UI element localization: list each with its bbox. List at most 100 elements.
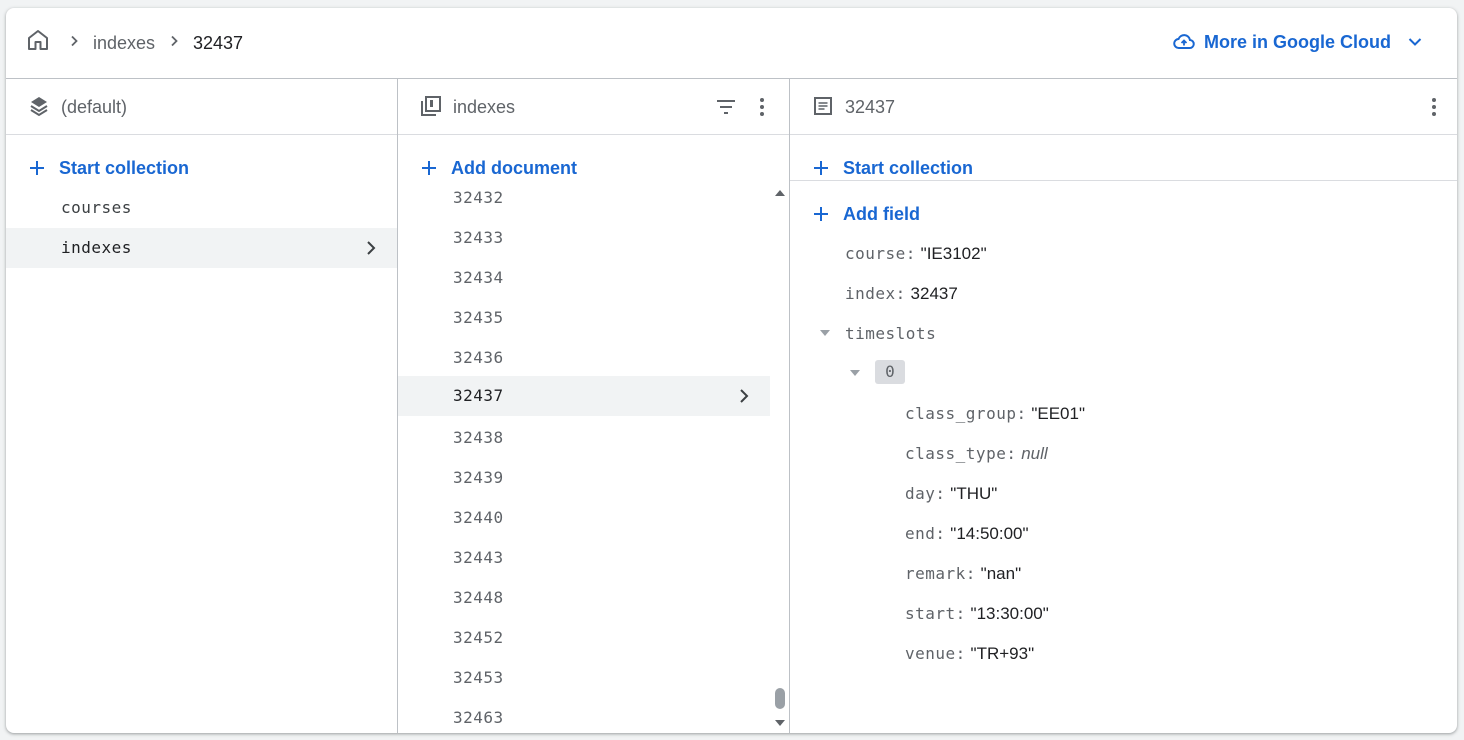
field-value: "13:30:00" xyxy=(970,604,1049,623)
more-in-google-cloud-label: More in Google Cloud xyxy=(1204,32,1391,52)
cloud-icon xyxy=(1173,34,1195,49)
collection-panel-title: indexes xyxy=(453,97,516,117)
collection-icon xyxy=(421,96,441,116)
field-key: start xyxy=(905,604,956,623)
field-key: timeslots xyxy=(845,324,937,343)
more-in-google-cloud-button[interactable]: More in Google Cloud xyxy=(1172,30,1423,54)
start-collection-label: Start collection xyxy=(843,158,974,178)
field-separator: : xyxy=(955,604,966,623)
firestore-data-viewer: indexes 32437 More in Google Cloud (defa… xyxy=(6,8,1457,733)
chevron-right-icon xyxy=(740,389,749,403)
document-id: 32434 xyxy=(453,268,504,287)
field-value: "EE01" xyxy=(1031,404,1085,423)
document-id: 32436 xyxy=(453,348,504,367)
document-id: 32448 xyxy=(453,588,504,607)
scroll-down-arrow-icon[interactable] xyxy=(773,716,787,730)
document-item[interactable]: 32433 xyxy=(398,228,770,268)
field-venue[interactable]: venue: "TR+93" xyxy=(905,643,1034,665)
field-value: "nan" xyxy=(980,564,1022,583)
collection-panel: indexes Add document 32432 32433 32434 3… xyxy=(398,79,790,733)
plus-icon xyxy=(30,161,44,175)
chevron-right-icon xyxy=(367,241,376,255)
database-stack-icon xyxy=(30,97,48,117)
field-day[interactable]: day: "THU" xyxy=(905,483,997,505)
field-separator: : xyxy=(1006,444,1017,463)
document-id: 32453 xyxy=(453,668,504,687)
collapse-triangle-icon[interactable] xyxy=(849,369,861,377)
collection-item-indexes[interactable]: indexes xyxy=(6,228,397,268)
home-icon[interactable] xyxy=(26,28,50,52)
document-item[interactable]: 32448 xyxy=(398,588,770,628)
field-key: class_type xyxy=(905,444,1007,463)
document-item-selected[interactable]: 32437 xyxy=(398,376,770,416)
chevron-right-icon xyxy=(71,35,78,47)
document-panel: 32437 Start collection Add field course:… xyxy=(790,79,1457,733)
start-subcollection-button[interactable]: Start collection xyxy=(812,157,973,179)
breadcrumb-bar: indexes 32437 More in Google Cloud xyxy=(6,8,1457,79)
document-panel-title: 32437 xyxy=(845,97,896,117)
collection-label: courses xyxy=(61,198,132,217)
document-id: 32443 xyxy=(453,548,504,567)
start-collection-label: Start collection xyxy=(59,158,190,178)
field-separator: : xyxy=(935,524,946,543)
document-item[interactable]: 32443 xyxy=(398,548,770,588)
document-item[interactable]: 32434 xyxy=(398,268,770,308)
document-id: 32435 xyxy=(453,308,504,327)
root-panel: (default) Start collection courses index… xyxy=(6,79,398,733)
field-key: day xyxy=(905,484,936,503)
collection-item-courses[interactable]: courses xyxy=(6,188,397,228)
breadcrumb-indexes[interactable]: indexes xyxy=(93,32,155,54)
document-item[interactable]: 32435 xyxy=(398,308,770,348)
start-collection-button[interactable]: Start collection xyxy=(28,157,189,179)
more-vert-icon[interactable] xyxy=(1422,95,1446,119)
document-item[interactable]: 32439 xyxy=(398,468,770,508)
field-class-type[interactable]: class_type: null xyxy=(905,443,1048,465)
document-item[interactable]: 32432 xyxy=(398,188,770,228)
document-id: 32439 xyxy=(453,468,504,487)
field-separator: : xyxy=(935,484,946,503)
document-item[interactable]: 32438 xyxy=(398,428,770,468)
scroll-up-arrow-icon[interactable] xyxy=(773,186,787,200)
scrollbar-thumb[interactable] xyxy=(775,688,785,709)
field-separator: : xyxy=(1016,404,1027,423)
document-panel-header: 32437 xyxy=(790,79,1457,135)
field-key: index xyxy=(845,284,896,303)
field-remark[interactable]: remark: "nan" xyxy=(905,563,1021,585)
filter-icon[interactable] xyxy=(714,95,738,119)
document-item[interactable]: 32463 xyxy=(398,708,770,733)
field-timeslots[interactable]: timeslots xyxy=(845,323,936,345)
breadcrumb-current: 32437 xyxy=(193,33,244,53)
field-separator: : xyxy=(955,644,966,663)
collapse-triangle-icon[interactable] xyxy=(819,329,831,337)
field-value: "14:50:00" xyxy=(950,524,1029,543)
field-key: class_group xyxy=(905,404,1017,423)
document-id: 32463 xyxy=(453,708,504,727)
field-separator: : xyxy=(905,244,916,263)
chevron-right-icon xyxy=(171,35,178,47)
field-key: remark xyxy=(905,564,966,583)
field-key: end xyxy=(905,524,936,543)
document-id: 32440 xyxy=(453,508,504,527)
document-id: 32452 xyxy=(453,628,504,647)
field-course[interactable]: course: "IE3102" xyxy=(845,243,987,265)
field-value: null xyxy=(1021,444,1048,463)
field-index[interactable]: index: 32437 xyxy=(845,283,958,305)
document-item[interactable]: 32452 xyxy=(398,628,770,668)
field-key: course xyxy=(845,244,906,263)
field-class-group[interactable]: class_group: "EE01" xyxy=(905,403,1085,425)
root-panel-title: (default) xyxy=(61,97,128,117)
document-item[interactable]: 32453 xyxy=(398,668,770,708)
document-id: 32433 xyxy=(453,228,504,247)
more-vert-icon[interactable] xyxy=(750,95,774,119)
document-id: 32437 xyxy=(453,386,504,405)
field-start[interactable]: start: "13:30:00" xyxy=(905,603,1049,625)
array-index-chip[interactable]: 0 xyxy=(875,360,905,384)
document-id: 32438 xyxy=(453,428,504,447)
field-value: "IE3102" xyxy=(920,244,987,263)
field-value: "THU" xyxy=(950,484,998,503)
field-end[interactable]: end: "14:50:00" xyxy=(905,523,1029,545)
document-item[interactable]: 32440 xyxy=(398,508,770,548)
add-field-button[interactable]: Add field xyxy=(812,203,920,225)
collection-label: indexes xyxy=(61,238,132,257)
document-list[interactable]: 32432 32433 32434 32435 32436 32437 3243… xyxy=(398,168,770,733)
